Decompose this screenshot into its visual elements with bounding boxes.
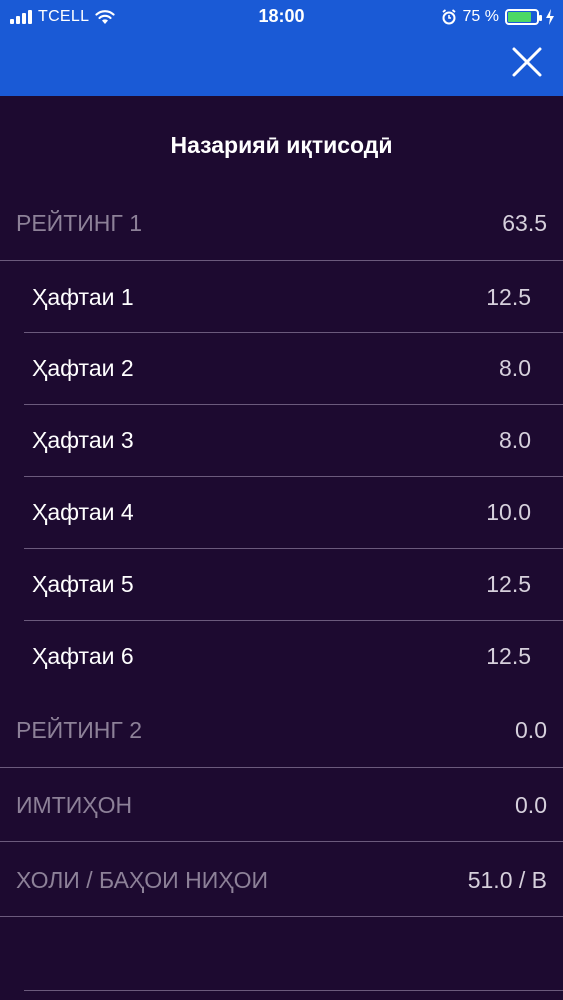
page-title: Назарияӣ иқтисодӣ	[170, 132, 393, 158]
rating1-label: РЕЙТИНГ 1	[16, 209, 143, 236]
app-header: TCELL 18:00 75 %	[0, 0, 563, 96]
charging-icon	[546, 9, 554, 25]
divider	[0, 767, 563, 768]
divider	[0, 916, 563, 917]
divider	[24, 548, 563, 549]
alarm-icon	[441, 9, 456, 25]
divider	[0, 260, 563, 261]
final-label: ХОЛИ / БАҲОИ НИҲОИ	[16, 866, 268, 893]
week-label: Ҳафтаи 4	[32, 498, 134, 525]
final-row: ХОЛИ / БАҲОИ НИҲОИ 51.0 / B	[0, 860, 563, 900]
divider	[0, 841, 563, 842]
divider	[24, 332, 563, 333]
rating1-row: РЕЙТИНГ 1 63.5	[0, 203, 563, 243]
week-value: 12.5	[486, 283, 531, 310]
week-label: Ҳафтаи 1	[32, 283, 134, 310]
week-row: Ҳафтаи 5 12.5	[0, 564, 563, 604]
week-value: 12.5	[486, 570, 531, 597]
divider	[24, 990, 563, 991]
week-row: Ҳафтаи 1 12.5	[0, 277, 563, 317]
rating2-label: РЕЙТИНГ 2	[16, 716, 143, 743]
week-row: Ҳафтаи 6 12.5	[0, 636, 563, 676]
week-row: Ҳафтаи 4 10.0	[0, 492, 563, 532]
exam-value: 0.0	[515, 791, 547, 818]
week-value: 8.0	[499, 354, 531, 381]
week-value: 12.5	[486, 642, 531, 669]
divider	[24, 404, 563, 405]
week-row: Ҳафтаи 2 8.0	[0, 348, 563, 388]
divider	[24, 476, 563, 477]
week-label: Ҳафтаи 6	[32, 642, 134, 669]
exam-row: ИМТИҲОН 0.0	[0, 785, 563, 825]
final-value: 51.0 / B	[467, 866, 547, 893]
week-value: 8.0	[499, 426, 531, 453]
rating2-row: РЕЙТИНГ 2 0.0	[0, 710, 563, 750]
status-right: 75 %	[441, 6, 555, 28]
week-label: Ҳафтаи 2	[32, 354, 134, 381]
battery-percent: 75 %	[462, 8, 499, 25]
week-value: 10.0	[486, 498, 531, 525]
week-label: Ҳафтаи 3	[32, 426, 134, 453]
battery-fill	[508, 12, 531, 22]
status-bar: TCELL 18:00 75 %	[0, 0, 563, 34]
rating2-value: 0.0	[515, 716, 547, 743]
divider	[24, 620, 563, 621]
close-icon[interactable]	[511, 46, 543, 78]
week-label: Ҳафтаи 5	[32, 570, 134, 597]
week-row: Ҳафтаи 3 8.0	[0, 420, 563, 460]
rating1-value: 63.5	[502, 209, 547, 236]
exam-label: ИМТИҲОН	[16, 791, 133, 818]
battery-icon	[505, 9, 542, 25]
